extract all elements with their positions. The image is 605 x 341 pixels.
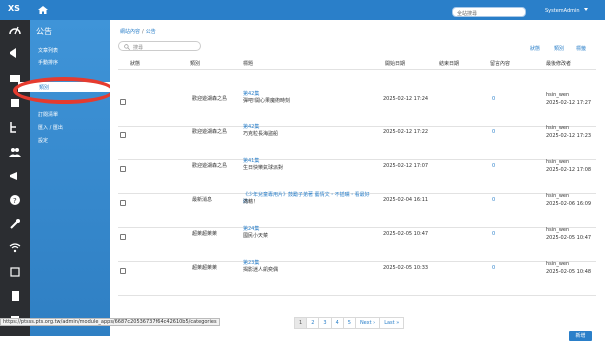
last-page[interactable]: Last » [379, 317, 405, 329]
row-start-date: 2025-02-05 10:33 [383, 265, 429, 271]
row-modified-date: 2025-02-05 10:47 [546, 235, 592, 241]
divider [118, 69, 596, 70]
row-title[interactable]: 揭影迷人凱奕偶 [243, 267, 371, 274]
home-icon[interactable] [38, 6, 48, 14]
chevron-down-icon[interactable] [584, 8, 588, 11]
filter-category-link[interactable]: 類別 [554, 45, 564, 52]
menu-item-manual-sort[interactable]: 手動排序 [38, 59, 58, 66]
row-category: 歡迎遊湖森之島 [192, 163, 228, 169]
row-title[interactable]: 國民小天菜 [243, 233, 371, 240]
announcement-table: 狀態 類別 標題 開始日期 結束日期 留言內容 最後修改者 歡迎遊湖森之島 第42… [118, 60, 596, 310]
row-title[interactable]: 滿藉！ [243, 199, 371, 206]
divider [118, 295, 596, 296]
row-comment-count[interactable]: 0 [492, 129, 495, 136]
row-title-link[interactable]: 第42集 [243, 124, 371, 131]
layers-icon[interactable] [9, 266, 21, 278]
row-checkbox[interactable] [120, 234, 126, 240]
sitemap-icon[interactable] [9, 121, 21, 133]
breadcrumb: 網站內容 / 公告 [120, 29, 156, 35]
panel-title: 公告 [36, 27, 52, 36]
row-comment-count[interactable]: 0 [492, 265, 495, 272]
row-title-link[interactable]: 第42集 [243, 91, 371, 98]
highlight-annotation [13, 77, 115, 104]
main-content: 網站內容 / 公告 搜尋 狀態 類別 標籤 狀態 類別 標題 開始日期 結束日期 留… [110, 20, 605, 341]
add-button[interactable]: 新增 [569, 331, 592, 341]
row-modifier: hsin_wen [546, 125, 570, 131]
dashboard-gauge-icon[interactable] [9, 24, 21, 36]
row-start-date: 2025-02-04 16:11 [383, 197, 429, 203]
announce-icon[interactable] [9, 170, 21, 182]
filter-status-link[interactable]: 狀態 [530, 45, 540, 52]
global-search-input[interactable]: 全站搜尋 [452, 7, 526, 17]
breadcrumb-announcements[interactable]: 公告 [146, 29, 156, 35]
breadcrumb-content[interactable]: 網站內容 [120, 29, 140, 35]
svg-text:?: ? [13, 197, 17, 205]
row-modified-date: 2025-02-05 10:48 [546, 269, 592, 275]
row-checkbox[interactable] [120, 166, 126, 172]
row-title-link[interactable]: 第24集 [243, 226, 371, 233]
row-comment-count[interactable]: 0 [492, 231, 495, 238]
row-start-date: 2025-02-05 10:47 [383, 231, 429, 237]
row-title-link[interactable]: 第41集 [243, 158, 371, 165]
megaphone-icon[interactable] [9, 47, 21, 59]
row-checkbox[interactable] [120, 268, 126, 274]
row-comment-count[interactable]: 0 [492, 197, 495, 204]
row-modified-date: 2025-02-12 17:27 [546, 100, 592, 106]
row-modifier: hsin_wen [546, 261, 570, 267]
row-checkbox[interactable] [120, 200, 126, 206]
left-menu-panel: 公告 文章列表 › 手動排序 類別 訂閱清單 匯入 / 匯出 設定 [18, 20, 128, 336]
row-modified-date: 2025-02-06 16:09 [546, 201, 592, 207]
help-icon[interactable]: ? [9, 194, 21, 206]
app-logo: XS [8, 4, 20, 13]
icon-sidebar: ? [0, 20, 30, 336]
row-start-date: 2025-02-12 17:22 [383, 129, 429, 135]
row-modifier: hsin_wen [546, 92, 570, 98]
row-modifier: hsin_wen [546, 193, 570, 199]
menu-item-article-list[interactable]: 文章列表 [38, 47, 58, 54]
row-start-date: 2025-02-12 17:07 [383, 163, 429, 169]
row-category: 超萊超萊萊 [192, 231, 218, 237]
row-title[interactable]: 彈吧!開心果魔術時刻 [243, 98, 371, 105]
row-title[interactable]: 生日快樂氣球派對 [243, 165, 371, 172]
row-checkbox[interactable] [120, 99, 126, 105]
user-menu[interactable]: SystemAdmin [545, 8, 580, 14]
row-title[interactable]: 巧克粒長海盜船 [243, 131, 371, 138]
wifi-icon[interactable] [9, 242, 21, 254]
row-category: 歡迎遊湖森之島 [192, 96, 228, 102]
row-modified-date: 2025-02-12 17:23 [546, 133, 592, 139]
row-comment-count[interactable]: 0 [492, 96, 495, 103]
row-modified-date: 2025-02-12 17:08 [546, 167, 592, 173]
menu-item-subscriptions[interactable]: 訂閱清單 [38, 111, 58, 118]
status-bar-url: https://ptsss.pts.org.tw/admin/module_ap… [0, 318, 220, 326]
wrench-icon[interactable] [9, 218, 21, 230]
app-window: XS 全站搜尋 SystemAdmin ? 公告 文章列表 › 手動排序 類別 … [0, 0, 605, 341]
row-category: 最新消息 [192, 197, 213, 203]
menu-item-import-export[interactable]: 匯入 / 匯出 [38, 124, 63, 131]
row-title-link[interactable]: 第23集 [243, 260, 371, 267]
row-start-date: 2025-02-12 17:24 [383, 96, 429, 102]
row-modifier: hsin_wen [546, 159, 570, 165]
row-modifier: hsin_wen [546, 227, 570, 233]
users-icon[interactable] [9, 146, 21, 158]
top-bar: XS 全站搜尋 SystemAdmin [0, 0, 605, 20]
search-input[interactable]: 搜尋 [118, 41, 201, 51]
row-category: 超萊超萊萊 [192, 265, 218, 271]
filter-tag-link[interactable]: 標籤 [576, 45, 586, 52]
row-comment-count[interactable]: 0 [492, 163, 495, 170]
next-page[interactable]: Next › [354, 317, 381, 329]
search-icon [124, 44, 130, 50]
row-checkbox[interactable] [120, 132, 126, 138]
menu-item-settings[interactable]: 設定 [38, 137, 48, 144]
pagination: 1 2 3 4 5 Next › Last » [294, 317, 405, 329]
row-category: 歡迎遊湖森之島 [192, 129, 228, 135]
document-icon[interactable] [9, 290, 21, 302]
bag-icon[interactable] [9, 96, 21, 108]
